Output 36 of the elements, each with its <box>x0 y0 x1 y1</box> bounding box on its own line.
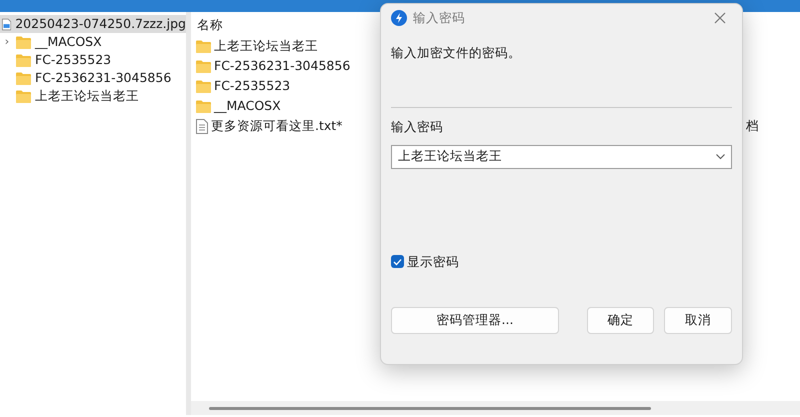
folder-icon <box>196 60 211 72</box>
folder-icon <box>16 36 31 48</box>
folder-icon <box>16 54 31 66</box>
checkbox[interactable] <box>391 255 404 268</box>
window-title: 输入密码 <box>413 8 465 27</box>
file-name[interactable]: FC-2536231-3045856 <box>214 56 350 76</box>
expand-arrow[interactable]: › <box>2 34 12 50</box>
folder-icon <box>16 72 31 84</box>
folder-icon <box>196 100 211 112</box>
file-type: 档 <box>746 116 759 135</box>
folder-icon <box>196 80 211 92</box>
scrollbar-thumb[interactable] <box>209 406 651 410</box>
folder-icon <box>196 40 211 52</box>
dialog-message: 输入加密文件的密码。 <box>391 45 521 60</box>
image-file-icon <box>2 16 12 32</box>
dialog-button[interactable]: 确定 <box>587 307 654 334</box>
folder-icon <box>16 90 31 102</box>
column-header[interactable]: 名称 <box>197 17 223 32</box>
file-name[interactable]: 上老王论坛当老王 <box>214 36 318 56</box>
close-icon[interactable] <box>714 12 726 24</box>
tree-item[interactable]: 上老王论坛当老王 <box>0 87 186 105</box>
document-icon <box>196 118 208 134</box>
file-name[interactable]: __MACOSX <box>214 96 281 116</box>
file-name[interactable]: FC-2535523 <box>214 76 290 96</box>
password-field[interactable]: 上老王论坛当老王 <box>391 144 732 168</box>
tree-item[interactable]: FC-2536231-3045856 <box>0 69 186 87</box>
dialog-button[interactable]: 密码管理器... <box>391 307 559 334</box>
checkbox-label[interactable]: 显示密码 <box>407 252 459 272</box>
tree-item[interactable]: FC-2535523 <box>0 51 186 69</box>
dropdown-icon[interactable] <box>716 154 725 160</box>
file-name[interactable]: 更多资源可看这里.txt* <box>211 116 342 136</box>
field-label: 输入密码 <box>391 118 443 134</box>
app-logo-icon <box>391 10 407 26</box>
tree-item[interactable]: 20250423-074250.7zzz.jpg <box>0 15 186 33</box>
tree-item[interactable]: › __MACOSX <box>0 33 186 51</box>
dialog-button[interactable]: 取消 <box>664 307 732 334</box>
